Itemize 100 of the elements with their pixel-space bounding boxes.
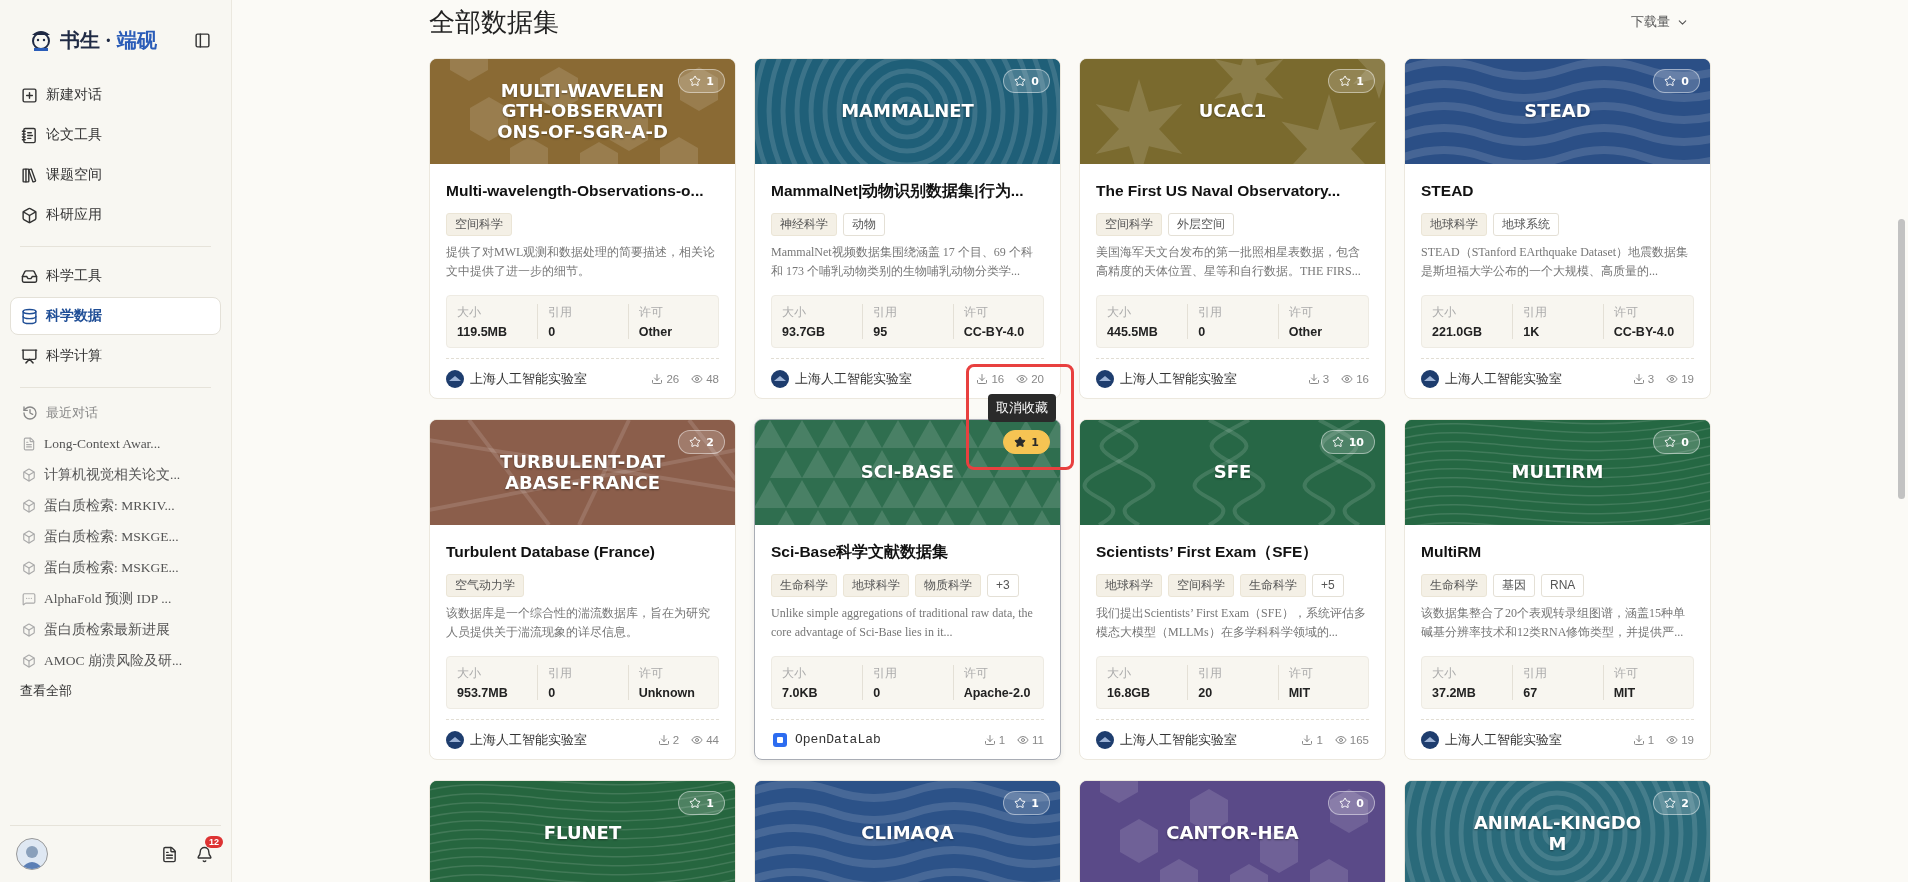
stat-label: 引用 [1198, 665, 1224, 682]
dataset-card[interactable]: MULTIRM 0 MultiRM 生命科学 基因 RNA 该数据集整合了20个表观转录组图谱，涵盖15种单碱基分辨率技术和12类RNA修饰类型，并提供严... 大小 37.2MB 引用 67 许可 MIT 上海人工智能实验室 1 19 [1404, 419, 1711, 760]
stat-value: 93.7GB [782, 325, 827, 339]
tag: 动物 [843, 213, 885, 236]
dataset-card[interactable]: ANIMAL-KINGDOM 2 [1404, 780, 1711, 882]
stat-label: 引用 [873, 665, 899, 682]
dataset-title: Sci-Base科学文献数据集 [771, 542, 950, 562]
avatar[interactable] [16, 838, 48, 870]
star-icon [689, 436, 702, 448]
dataset-card[interactable]: TURBULENT-DATABASE-FRANCE 2 Turbulent Database (France) 空气动力学 该数据库是一个综合性的湍流数据库，旨在为研究人员提供关于湍流现象的详尽信息。 大小 953.7MB 引用 0 许可 Unknown 上海人工智能实验室 2 44 [429, 419, 736, 760]
view-count: 19 [1666, 733, 1694, 746]
download-icon [983, 733, 996, 746]
banner-title: MAMMALNET [841, 101, 974, 122]
tag: +5 [1312, 574, 1344, 597]
chat-icon [22, 591, 36, 606]
cube-icon [22, 498, 36, 513]
banner-title: FLUNET [543, 823, 622, 844]
star-icon [1664, 797, 1677, 809]
star-icon [689, 797, 702, 809]
recent-chat-item[interactable]: 蛋白质检索: MRKIV... [10, 490, 221, 521]
star-icon [1331, 436, 1344, 448]
dataset-card[interactable]: CLIMAQA 1 [754, 780, 1061, 882]
star-button[interactable]: 10 [1320, 430, 1375, 454]
recent-chat-item[interactable]: Long-Context Awar... [10, 428, 221, 459]
dataset-title: Multi-wavelength-Observations-o... [446, 181, 705, 201]
tag: 地球科学 [843, 574, 909, 597]
tag: 生命科学 [1421, 574, 1487, 597]
recent-chat-item[interactable]: AMOC 崩溃风险及研... [10, 645, 221, 676]
bell-icon [196, 845, 213, 863]
nav-item[interactable]: 科学计算 [10, 337, 221, 375]
recent-chat-item[interactable]: AlphaFold 预测 IDP ... [10, 583, 221, 614]
dataset-description: 美国海军天文台发布的第一批照相星表数据，包含高精度的天体位置、星等和自行数据。THE FIRS... [1096, 244, 1362, 280]
star-button[interactable]: 0 [1328, 791, 1375, 815]
stat-value: Other [1288, 325, 1323, 339]
stat-label: 许可 [963, 304, 989, 321]
stat-label: 引用 [548, 665, 574, 682]
lab-logo-icon [446, 730, 464, 749]
star-button[interactable]: 0 [1653, 430, 1700, 454]
dataset-card[interactable]: MULTI-WAVELENGTH-OBSERVATIONS-OF-SGR-A-D 1 Multi-wavelength-Observations-o... 空间科学 提供了对MWL观测和数据处理的简要描述，相关论文中提供了进一步的细节。 大小 119.5MB 引用 0 许可 Other 上海人工智能实验室 26 48 [429, 58, 736, 399]
books-icon [21, 166, 38, 184]
nav-item[interactable]: 新建对话 [10, 76, 221, 114]
tag: 物质科学 [915, 574, 981, 597]
star-icon [1014, 75, 1027, 87]
nav-item[interactable]: 课题空间 [10, 156, 221, 194]
star-button[interactable]: 2 [1653, 791, 1700, 815]
download-count: 26 [651, 372, 680, 385]
star-button[interactable]: 1 [678, 791, 725, 815]
tray-icon [21, 267, 38, 285]
organization-name: 上海人工智能实验室 [470, 369, 587, 388]
download-count: 3 [1632, 372, 1655, 385]
download-icon [1307, 372, 1320, 385]
recent-chat-item[interactable]: 蛋白质检索: MSKGE... [10, 521, 221, 552]
view-all-link[interactable]: 查看全部 [10, 676, 221, 706]
tag: +3 [987, 574, 1019, 597]
eye-icon [1017, 733, 1030, 746]
stat-label: 引用 [548, 304, 574, 321]
star-button[interactable]: 0 [1003, 69, 1050, 93]
sort-dropdown[interactable]: 下载量 [1625, 12, 1695, 32]
nav-item[interactable]: 科研应用 [10, 196, 221, 234]
organization-name: 上海人工智能实验室 [1445, 730, 1562, 749]
nav-item[interactable]: 科学数据 [10, 297, 221, 335]
eye-icon [1016, 372, 1029, 385]
nav-item[interactable]: 科学工具 [10, 257, 221, 295]
stat-label: 引用 [1198, 304, 1224, 321]
view-count: 165 [1334, 733, 1369, 746]
scrollbar-thumb[interactable] [1898, 219, 1905, 499]
stat-label: 许可 [1613, 665, 1639, 682]
dataset-card[interactable]: SFE 10 Scientists’ First Exam（SFE） 地球科学 空间科学 生命科学 +5 我们提出Scientists’ First Exam（SFE），系统评估多模态大模型（MLLMs）在多学科科学领域的... 大小 16.8GB 引用 20 许可 MIT 上海人工智能实验室 1 165 [1079, 419, 1386, 760]
download-count: 3 [1307, 372, 1330, 385]
star-button[interactable]: 1 [1003, 430, 1050, 454]
nav-item[interactable]: 论文工具 [10, 116, 221, 154]
cube-icon [22, 560, 36, 575]
recent-chat-item[interactable]: 计算机视觉相关论文... [10, 459, 221, 490]
recent-chat-item[interactable]: 蛋白质检索: MSKGE... [10, 552, 221, 583]
tag: 空气动力学 [446, 574, 524, 597]
star-button[interactable]: 2 [678, 430, 725, 454]
dataset-card[interactable]: UCAC1 1 The First US Naval Observatory... 空间科学 外层空间 美国海军天文台发布的第一批照相星表数据，包含高精度的天体位置、星等和自行数据。THE FIRS... 大小 445.5MB 引用 0 许可 Other 上海人工智能实验室 3 16 [1079, 58, 1386, 399]
star-button[interactable]: 0 [1653, 69, 1700, 93]
dataset-card[interactable]: SCI-BASE 1 Sci-Base科学文献数据集 生命科学 地球科学 物质科学 +3 Unlike simple aggregations of traditional raw data, the core advantage of Sci-Base lies in it... 大小 7.0KB 引用 0 许可 Apache-2.0 OpenDataLab 1 11 [754, 419, 1061, 760]
cube-icon [22, 653, 36, 668]
dataset-description: STEAD（STanford EArthquake Dataset）地震数据集是斯坦福大学公布的一个大规模、高质量的... [1421, 244, 1690, 280]
recent-chat-item[interactable]: 蛋白质检索最新进展 [10, 614, 221, 645]
stat-label: 大小 [457, 665, 482, 682]
notebook-icon [21, 126, 38, 144]
stat-label: 大小 [1107, 304, 1132, 321]
dataset-card[interactable]: MAMMALNET 0 MammalNet|动物识别数据集|行为... 神经科学 动物 MammalNet视频数据集围绕涵盖 17 个目、69 个科和 173 个哺乳动物类别的生物哺乳动物分类学... 大小 93.7GB 引用 95 许可 CC-BY-4.0 上海人工智能实验室 16 20 [754, 58, 1061, 399]
cube-icon [21, 206, 38, 224]
dataset-card[interactable]: FLUNET 1 [429, 780, 736, 882]
dataset-card[interactable]: CANTOR-HEA 0 [1079, 780, 1386, 882]
cube-icon [22, 622, 36, 637]
stat-value: Unknown [638, 686, 696, 700]
banner-title: CLIMAQA [861, 823, 954, 844]
page-title: 全部数据集 [429, 6, 559, 39]
star-button[interactable]: 1 [1003, 791, 1050, 815]
dataset-card[interactable]: STEAD 0 STEAD 地球科学 地球系统 STEAD（STanford EArthquake Dataset）地震数据集是斯坦福大学公布的一个大规模、高质量的... 大小 221.0GB 引用 1K 许可 CC-BY-4.0 上海人工智能实验室 3 19 [1404, 58, 1711, 399]
stat-value: 0 [873, 686, 882, 700]
history-icon [22, 405, 38, 421]
dataset-title: The First US Naval Observatory... [1096, 181, 1342, 201]
organization-name: 上海人工智能实验室 [470, 730, 587, 749]
download-count: 2 [657, 733, 680, 746]
